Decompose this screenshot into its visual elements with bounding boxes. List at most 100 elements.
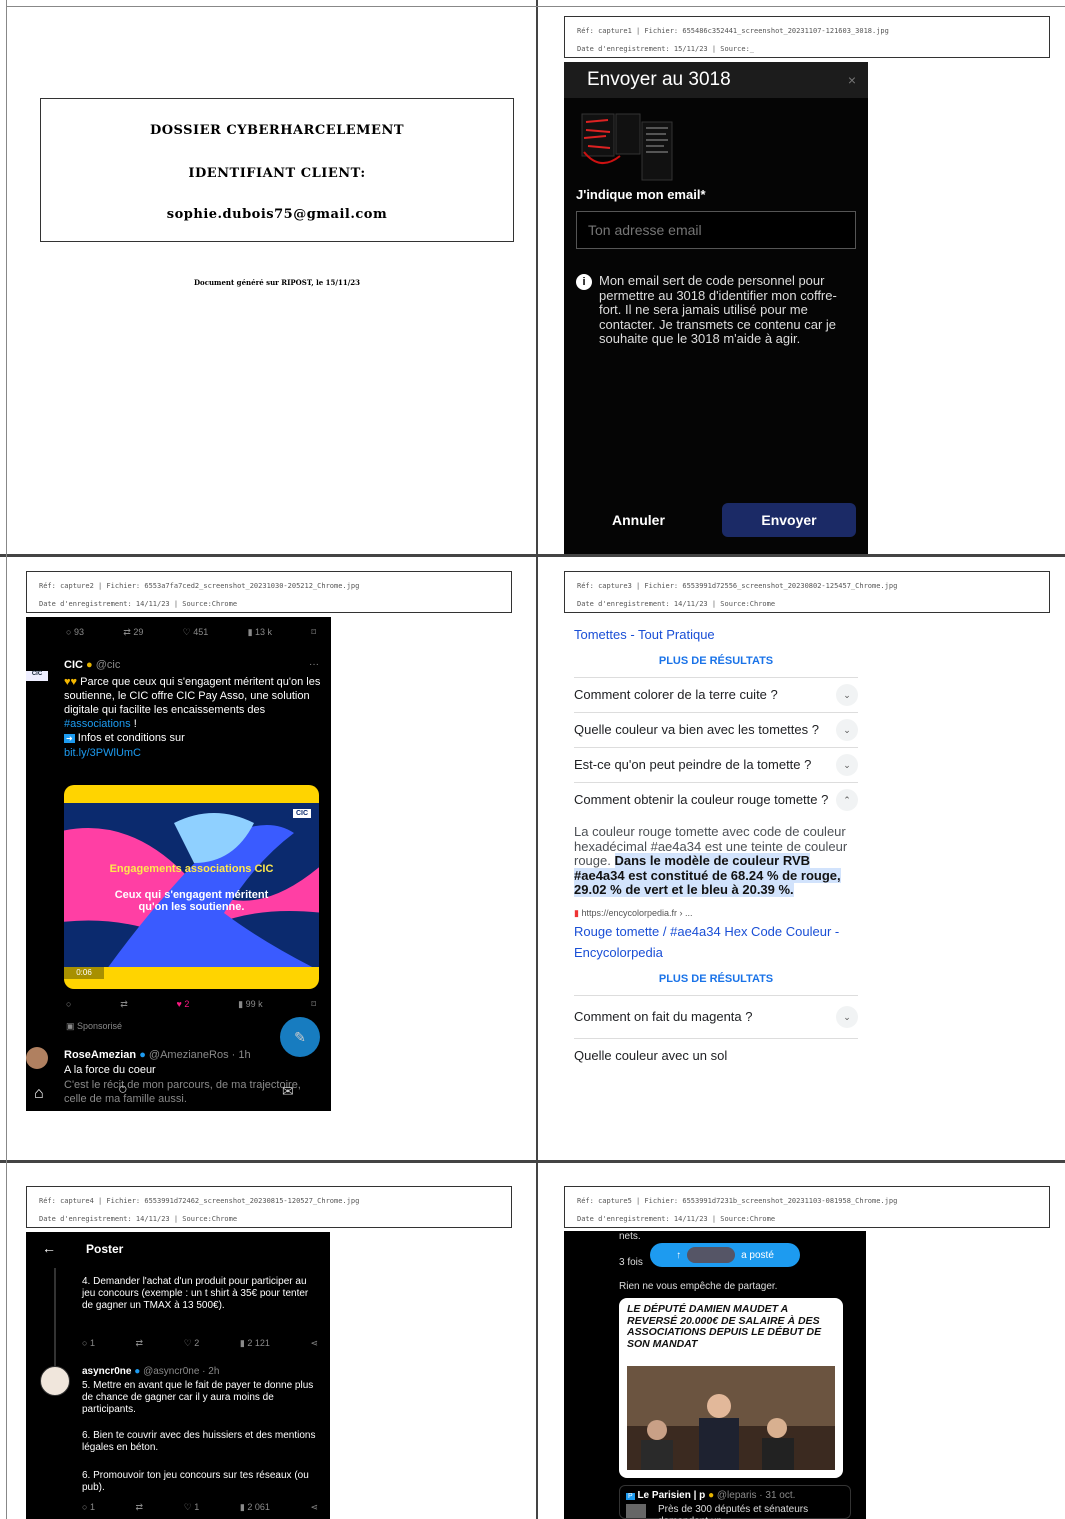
- more-results-1[interactable]: PLUS DE RÉSULTATS: [574, 645, 858, 677]
- view-count[interactable]: ▮ 2 121: [240, 1338, 270, 1349]
- tweet-text-3: Infos et conditions sur: [77, 732, 185, 744]
- email-input[interactable]: [576, 211, 856, 249]
- promo-video[interactable]: CIC Engagements associations CIC Ceux qu…: [64, 785, 319, 989]
- parisien-logo: P: [626, 1493, 635, 1500]
- tweet-author-row: CIC ● @cic: [64, 659, 120, 671]
- reply-icon[interactable]: ○: [66, 999, 71, 1010]
- video-frame: CIC Engagements associations CIC Ceux qu…: [64, 803, 319, 967]
- question-4[interactable]: Comment obtenir la couleur rouge tomette…: [574, 783, 858, 817]
- reply-count[interactable]: ○ 93: [66, 627, 84, 638]
- question-6[interactable]: Quelle couleur avec un sol: [574, 1039, 858, 1069]
- client-id-label: IDENTIFIANT CLIENT:: [188, 166, 366, 181]
- left-border: [6, 0, 7, 1519]
- top-text: nets.: [619, 1231, 641, 1242]
- verified-icon-4: ●: [708, 1490, 715, 1501]
- verified-icon-2: ●: [139, 1049, 146, 1061]
- hands-illustration: [64, 813, 319, 967]
- send-dialog-title: Envoyer au 3018: [587, 69, 731, 90]
- client-email: sophie.dubois75@gmail.com: [166, 207, 388, 222]
- reply-author[interactable]: asyncr0ne: [82, 1366, 131, 1377]
- chevron-down-icon[interactable]: ⌄: [836, 754, 858, 776]
- search-icon[interactable]: ○: [118, 1081, 128, 1099]
- top-border: [6, 6, 1065, 7]
- back-arrow-icon[interactable]: ←: [42, 1240, 56, 1256]
- view-count[interactable]: ▮ 13 k: [248, 627, 272, 638]
- quoted-handle: @leparis · 31 oct.: [716, 1490, 796, 1501]
- hashtag-link[interactable]: #associations: [64, 718, 131, 730]
- reply-icon[interactable]: ○ 1: [82, 1338, 95, 1349]
- send-button[interactable]: Envoyer: [722, 503, 856, 537]
- tweet-text-1: Parce que ceux qui s'engagent méritent q…: [64, 676, 321, 716]
- chevron-up-icon[interactable]: ⌃: [836, 789, 858, 811]
- top-result-link[interactable]: Tomettes - Tout Pratique: [574, 624, 858, 645]
- chevron-down-icon[interactable]: ⌄: [836, 684, 858, 706]
- news-card[interactable]: LE DÉPUTÉ DAMIEN MAUDET A REVERSÉ 20.000…: [619, 1298, 843, 1478]
- screenshot-thumbnails: [580, 112, 675, 182]
- line1-text: 3 fois: [619, 1257, 643, 1268]
- mail-icon[interactable]: ✉: [282, 1083, 294, 1100]
- view-count-2[interactable]: ▮ 99 k: [238, 999, 262, 1010]
- like-icon[interactable]: ♡ 1: [184, 1502, 200, 1513]
- verified-icon-3: ●: [134, 1366, 141, 1377]
- cancel-button[interactable]: Annuler: [612, 512, 665, 528]
- question-2[interactable]: Quelle couleur va bien avec les tomettes…: [574, 713, 858, 748]
- retweet-icon[interactable]: ⇄: [120, 999, 128, 1010]
- chevron-down-icon[interactable]: ⌄: [836, 719, 858, 741]
- new-posts-pill[interactable]: ↑ a posté: [650, 1243, 800, 1267]
- share-icon[interactable]: ⋖: [310, 1338, 318, 1349]
- capture1-date: Date d'enregistrement: 15/11/23 | Source…: [577, 45, 755, 53]
- share-icon[interactable]: ⋖: [310, 1502, 318, 1513]
- reply-author-row: asyncr0ne ● @asyncr0ne · 2h: [82, 1366, 219, 1377]
- capture3-ref: Réf: capture3 | Fichier: 6553991d72556_s…: [577, 582, 898, 590]
- tweet2-author[interactable]: RoseAmezian: [64, 1049, 136, 1061]
- thread-actions-2: ○ 1 ⇄ ♡ 1 ▮ 2 061 ⋖: [82, 1502, 318, 1513]
- promo-title: Engagements associations CIC: [109, 863, 274, 875]
- bookmark-icon[interactable]: ⌑: [311, 627, 316, 638]
- compose-button[interactable]: ✎: [280, 1017, 320, 1057]
- promo-subtitle: Ceux qui s'engagent méritent qu'on les s…: [114, 889, 269, 913]
- capture5-screen: nets. 3 fois ↑ a posté Rien ne vous empê…: [564, 1231, 866, 1519]
- retweet-count[interactable]: ⇄ 29: [123, 627, 143, 638]
- like-icon[interactable]: ♡ 2: [184, 1338, 200, 1349]
- quoted-tweet[interactable]: P Le Parisien | p ● @leparis · 31 oct. P…: [619, 1485, 851, 1519]
- thread-text-5: 5. Mettre en avant que le fait de payer …: [82, 1380, 314, 1415]
- close-icon[interactable]: ×: [848, 72, 856, 88]
- chevron-down-icon[interactable]: ⌄: [836, 1005, 858, 1028]
- thread-text-4: 4. Demander l'achat d'un produit pour pa…: [82, 1276, 309, 1311]
- retweet-icon[interactable]: ⇄: [136, 1338, 144, 1349]
- arrow-icon: ➜: [64, 734, 75, 743]
- retweet-icon[interactable]: ⇄: [136, 1502, 144, 1513]
- news-headline: LE DÉPUTÉ DAMIEN MAUDET A REVERSÉ 20.000…: [627, 1303, 822, 1350]
- question-5[interactable]: Comment on fait du magenta ? ⌄: [574, 994, 858, 1039]
- thread-text-6a: 6. Bien te couvrir avec des huissiers et…: [82, 1430, 316, 1453]
- reply-handle: @asyncr0ne · 2h: [143, 1366, 220, 1377]
- cic-logo: CIC: [292, 809, 311, 818]
- like-count[interactable]: ♡ 451: [183, 627, 209, 638]
- result-link[interactable]: Rouge tomette / #ae4a34 Hex Code Couleur…: [574, 921, 858, 963]
- capture2-date: Date d'enregistrement: 14/11/23 | Source…: [39, 600, 238, 608]
- more-icon[interactable]: ···: [309, 659, 319, 670]
- bookmark-icon-2[interactable]: ⌑: [311, 999, 316, 1010]
- view-count[interactable]: ▮ 2 061: [240, 1502, 270, 1513]
- tweet-link[interactable]: bit.ly/3PWlUmC: [64, 747, 141, 759]
- info-text: Mon email sert de code personnel pour pe…: [599, 273, 837, 346]
- like-count-2[interactable]: ♥ 2: [176, 999, 189, 1010]
- home-icon[interactable]: ⌂: [34, 1085, 44, 1103]
- capture5-ref: Réf: capture5 | Fichier: 6553991d7231b_s…: [577, 1197, 898, 1205]
- quoted-text: Près de 300 députés et sénateurs demande…: [658, 1504, 809, 1519]
- verified-icon: ●: [86, 659, 93, 671]
- capture5-ref-box: Réf: capture5 | Fichier: 6553991d7231b_s…: [564, 1186, 1050, 1228]
- capture4-screen: ← Poster 4. Demander l'achat d'un produi…: [26, 1232, 330, 1519]
- more-results-2[interactable]: PLUS DE RÉSULTATS: [574, 963, 858, 995]
- question-3[interactable]: Est-ce qu'on peut peindre de la tomette …: [574, 748, 858, 783]
- user-avatar: [26, 1047, 48, 1069]
- question-1[interactable]: Comment colorer de la terre cuite ? ⌄: [574, 677, 858, 713]
- quoted-author[interactable]: Le Parisien | p: [637, 1490, 705, 1501]
- reply-icon[interactable]: ○ 1: [82, 1502, 95, 1513]
- row-divider-2: [0, 1160, 1065, 1163]
- send-dialog-header: Envoyer au 3018 ×: [564, 62, 868, 98]
- tweet-author[interactable]: CIC: [64, 659, 83, 671]
- quoted-author-row: P Le Parisien | p ● @leparis · 31 oct.: [626, 1490, 795, 1501]
- answer-highlight: Dans le modèle de couleur RVB #ae4a34 es…: [574, 853, 841, 897]
- email-label: J'indique mon email*: [576, 187, 706, 202]
